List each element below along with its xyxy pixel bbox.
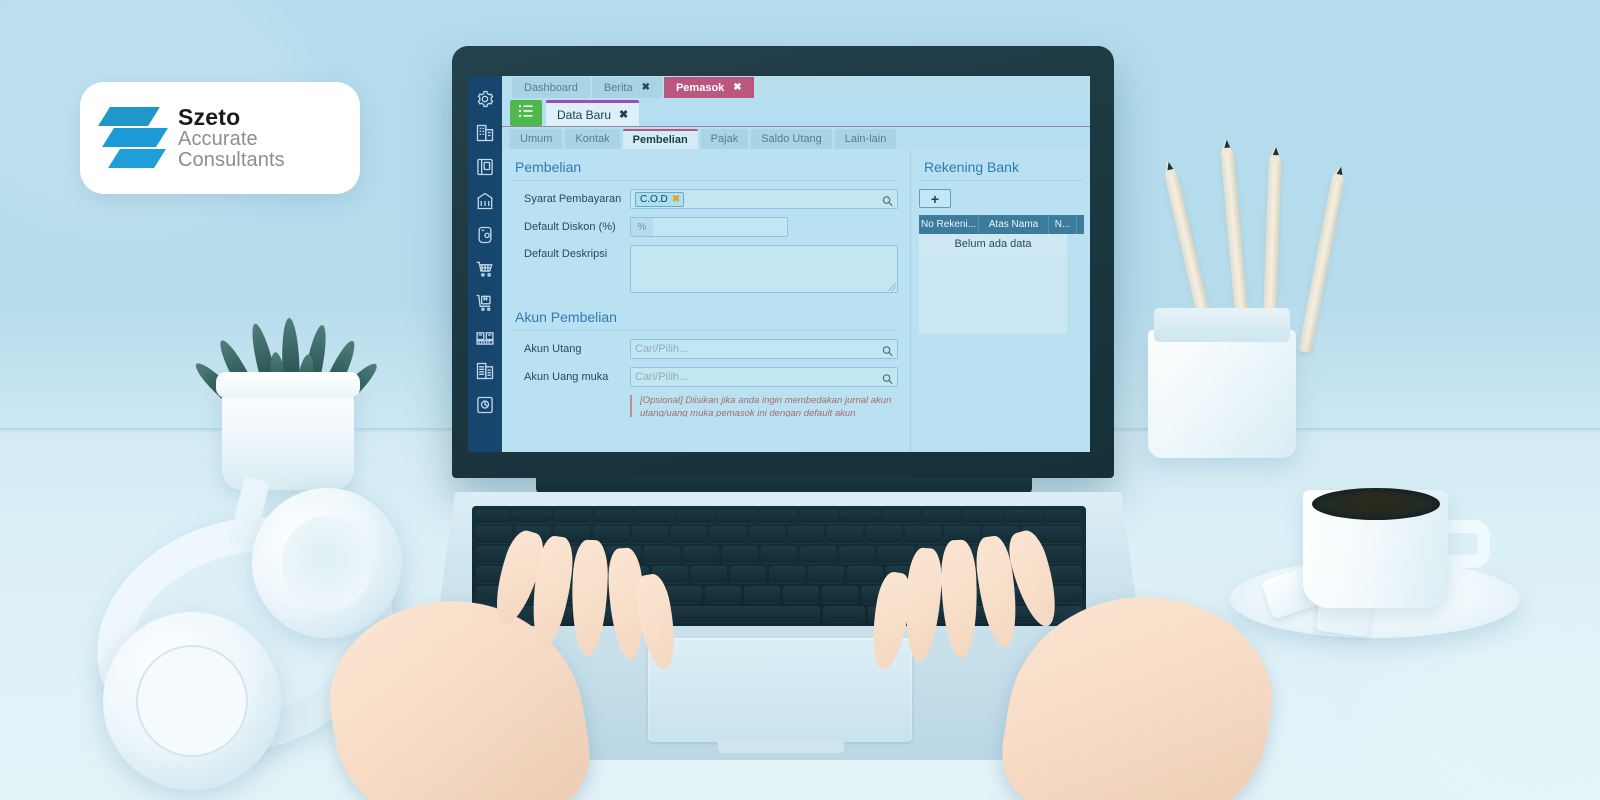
chip-label: C.O.D	[640, 193, 668, 205]
plant-pot	[216, 372, 360, 490]
form-body: Pembelian Syarat Pembayaran C.O.D ✖ Defa…	[502, 149, 1090, 452]
report-chart-icon[interactable]	[475, 395, 495, 415]
szeto-logo-card: Szeto Accurate Consultants	[80, 82, 360, 194]
pencil-cup	[1148, 308, 1296, 458]
laptop-hinge	[536, 478, 1032, 494]
default-deskripsi-textarea[interactable]	[630, 245, 898, 293]
tab-umum[interactable]: Umum	[510, 129, 563, 149]
magnifier-icon[interactable]	[882, 344, 893, 357]
laptop-trackpad	[648, 638, 912, 742]
magnifier-icon[interactable]	[882, 372, 893, 385]
coffee-liquid	[1312, 488, 1440, 520]
default-diskon-input[interactable]	[630, 217, 788, 237]
headphone-earcup	[103, 612, 281, 790]
tab-label: Pajak	[710, 133, 739, 145]
akun-uang-muka-input[interactable]: Cari/Pilih...	[630, 367, 898, 387]
section-heading-rekening-bank: Rekening Bank	[919, 159, 1084, 181]
window-tab-dashboard[interactable]: Dashboard	[512, 77, 590, 98]
field-default-diskon: Default Diskon (%) %	[510, 217, 898, 237]
close-icon[interactable]: ✖	[619, 108, 628, 121]
bank-table-empty-message: Belum ada data	[919, 234, 1067, 254]
tab-saldo-utang[interactable]: Saldo Utang	[751, 129, 832, 149]
document-tab-bar: Data Baru ✖	[502, 98, 1090, 127]
syarat-pembayaran-input[interactable]: C.O.D ✖	[630, 189, 898, 209]
window-tab-berita[interactable]: Berita ✖	[591, 77, 662, 98]
tab-label: Kontak	[575, 133, 610, 145]
list-view-button[interactable]	[510, 100, 542, 126]
field-syarat-pembayaran: Syarat Pembayaran C.O.D ✖	[510, 189, 898, 209]
window-tab-bar: Dashboard Berita ✖ Pemasok ✖	[502, 76, 1090, 98]
tab-pembelian[interactable]: Pembelian	[622, 129, 698, 149]
app-content: Dashboard Berita ✖ Pemasok ✖ Data Baru ✖…	[502, 76, 1090, 452]
close-icon[interactable]: ✖	[733, 82, 741, 93]
book-icon[interactable]	[475, 157, 495, 177]
plus-icon: +	[930, 190, 940, 207]
column-header-nama[interactable]: N...	[1049, 215, 1077, 234]
column-header-atas-nama[interactable]: Atas Nama	[979, 215, 1049, 234]
window-tab-label: Pemasok	[675, 81, 725, 94]
field-label: Syarat Pembayaran	[524, 193, 622, 205]
akun-uang-muka-placeholder: Cari/Pilih...	[635, 371, 689, 383]
field-label: Akun Uang muka	[524, 371, 609, 383]
field-label: Default Diskon (%)	[524, 221, 616, 233]
section-heading-akun-pembelian: Akun Pembelian	[510, 309, 898, 331]
cart-box-icon[interactable]	[475, 293, 495, 313]
right-pane: Rekening Bank + No Rekeni... Atas Nama N…	[910, 149, 1090, 452]
sidebar-rail	[468, 76, 502, 452]
szeto-logo-text: Szeto Accurate Consultants	[178, 105, 360, 171]
documents-icon[interactable]	[475, 361, 495, 381]
field-akun-uang-muka: Akun Uang muka Cari/Pilih...	[510, 367, 898, 387]
szeto-logo-mark	[98, 105, 168, 171]
document-tab-label: Data Baru	[557, 107, 612, 122]
laptop-screen: Dashboard Berita ✖ Pemasok ✖ Data Baru ✖…	[468, 76, 1090, 452]
trackpad-notch	[718, 742, 844, 753]
bank-icon[interactable]	[475, 191, 495, 211]
field-label: Akun Utang	[524, 343, 582, 355]
field-akun-utang: Akun Utang Cari/Pilih...	[510, 339, 898, 359]
gear-icon[interactable]	[475, 89, 495, 109]
magnifier-icon[interactable]	[882, 194, 893, 207]
field-default-deskripsi: Default Deskripsi	[510, 245, 898, 293]
payment-term-chip: C.O.D ✖	[635, 191, 685, 207]
shopping-cart-icon[interactable]	[475, 259, 495, 279]
akun-utang-placeholder: Cari/Pilih...	[635, 343, 689, 355]
document-tab-data-baru[interactable]: Data Baru ✖	[546, 100, 640, 126]
factory-icon[interactable]	[475, 327, 495, 347]
list-icon	[518, 104, 534, 123]
left-pane: Pembelian Syarat Pembayaran C.O.D ✖ Defa…	[502, 149, 910, 452]
tab-kontak[interactable]: Kontak	[565, 129, 620, 149]
logo-subtitle: Accurate Consultants	[178, 128, 285, 172]
tab-label: Lain-lain	[844, 133, 887, 145]
akun-hint-text: [Opsional] Diisikan jika anda ingin memb…	[630, 395, 898, 417]
chip-remove-icon[interactable]: ✖	[672, 194, 680, 205]
sub-tab-bar: Umum Kontak Pembelian Pajak Saldo Utang …	[502, 127, 1090, 149]
percent-prefix: %	[631, 218, 653, 236]
logo-bar	[98, 107, 160, 126]
akun-utang-input[interactable]: Cari/Pilih...	[630, 339, 898, 359]
tab-label: Saldo Utang	[761, 133, 822, 145]
window-tab-label: Berita	[603, 81, 633, 94]
tab-pajak[interactable]: Pajak	[700, 129, 749, 149]
field-label: Default Deskripsi	[524, 248, 608, 260]
logo-bar	[108, 149, 166, 168]
accurate-application: Dashboard Berita ✖ Pemasok ✖ Data Baru ✖…	[468, 76, 1090, 452]
pencil	[1298, 177, 1345, 354]
window-tab-pemasok[interactable]: Pemasok ✖	[663, 77, 754, 98]
tab-lain-lain[interactable]: Lain-lain	[834, 129, 897, 149]
column-header-no-rekening[interactable]: No Rekeni...	[919, 215, 979, 234]
bank-table-body	[919, 254, 1067, 334]
section-heading-pembelian: Pembelian	[510, 159, 898, 181]
close-icon[interactable]: ✖	[642, 82, 650, 93]
building-icon[interactable]	[475, 123, 495, 143]
add-bank-account-button[interactable]: +	[919, 189, 951, 208]
bank-table-header: No Rekeni... Atas Nama N...	[919, 215, 1084, 234]
tab-label: Umum	[520, 133, 553, 145]
background-scene: Dashboard Berita ✖ Pemasok ✖ Data Baru ✖…	[0, 0, 1600, 800]
logo-bar	[102, 128, 168, 147]
logo-title: Szeto	[178, 103, 241, 130]
window-tab-label: Dashboard	[524, 81, 578, 94]
price-tag-icon[interactable]	[475, 225, 495, 245]
tab-label: Pembelian	[632, 134, 688, 146]
